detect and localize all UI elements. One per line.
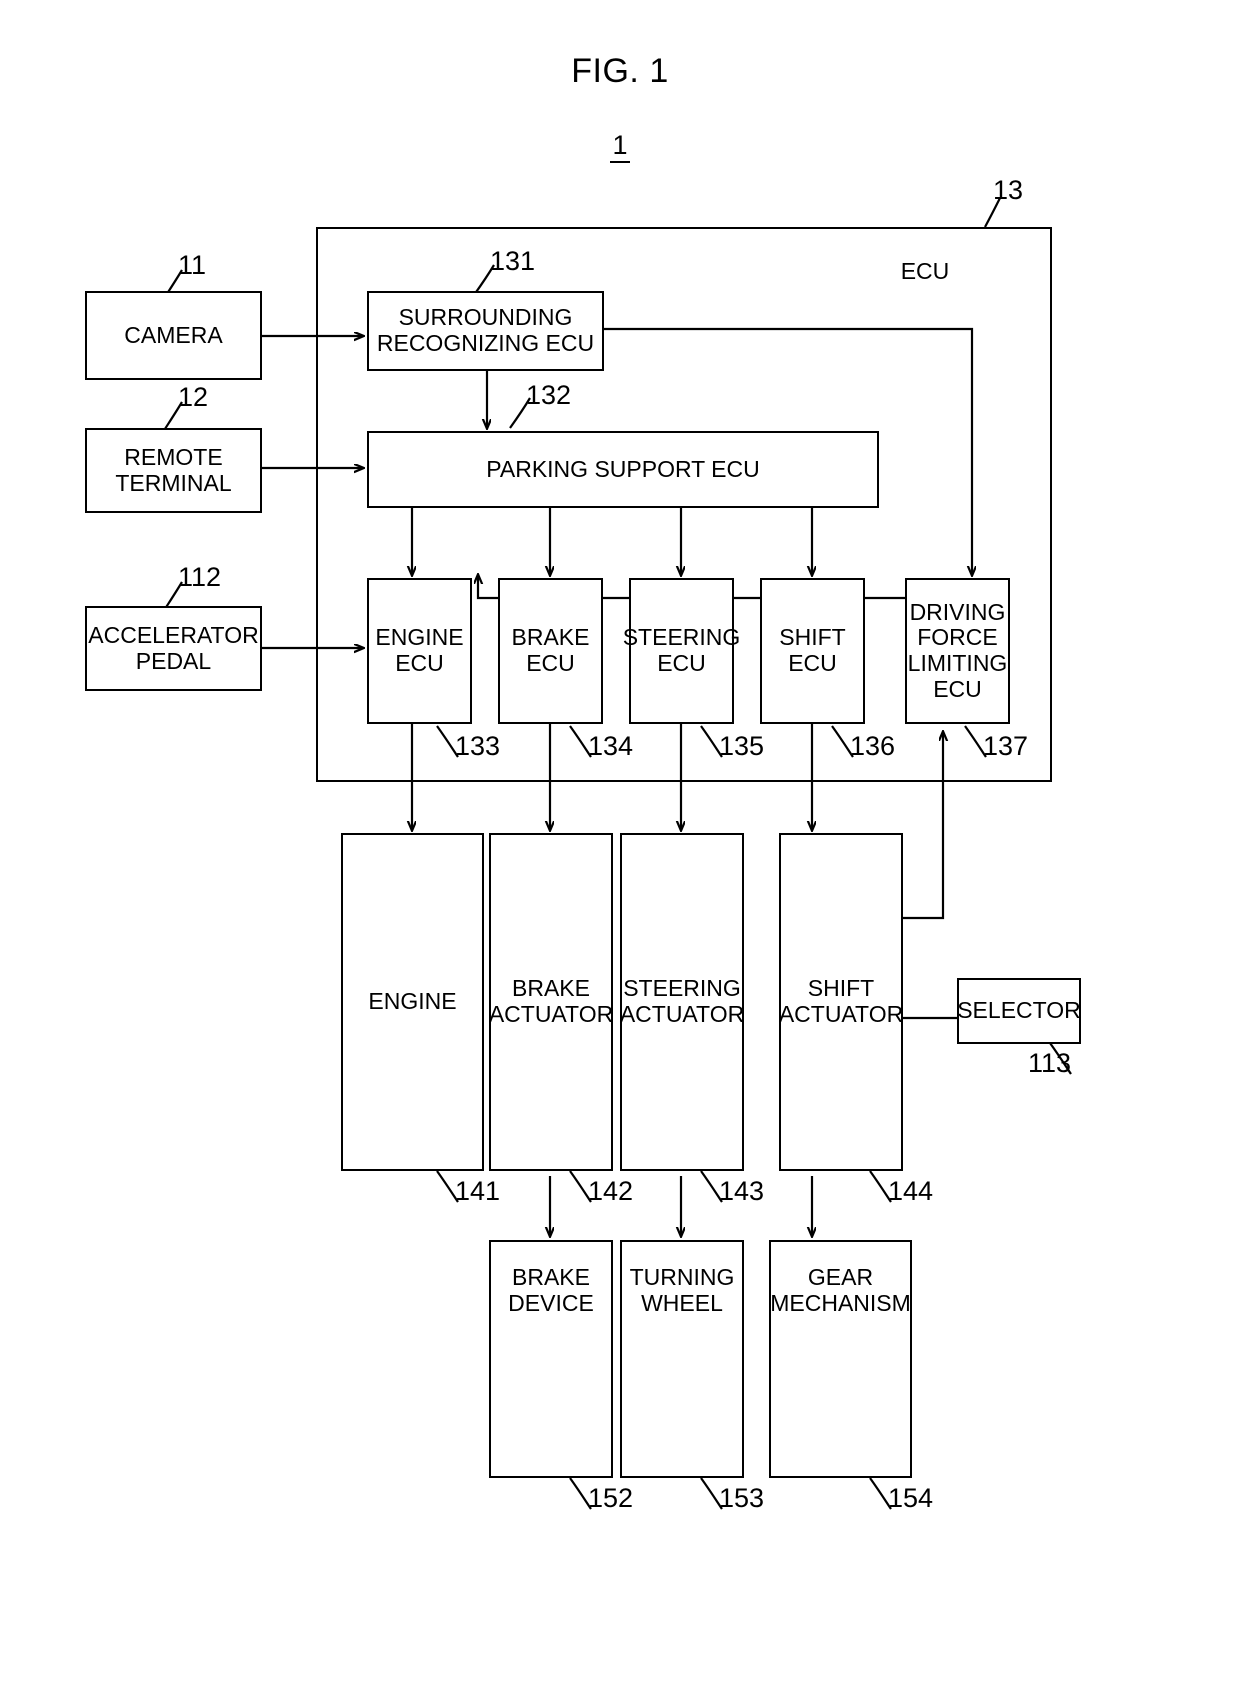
- block-brake-actuator-label: BRAKE ACTUATOR: [488, 975, 614, 1027]
- block-steering-actuator-label: STEERING ACTUATOR: [619, 975, 745, 1027]
- ref-135: 135: [719, 731, 765, 761]
- ref-133: 133: [455, 731, 501, 761]
- block-shift-actuator-label: SHIFT ACTUATOR: [778, 975, 904, 1027]
- block-driving-force-limiting-ecu[interactable]: DRIVING FORCE LIMITING ECU: [905, 578, 1010, 724]
- block-engine-label: ENGINE: [368, 988, 457, 1015]
- block-steering-actuator[interactable]: STEERING ACTUATOR: [620, 833, 744, 1171]
- block-camera-label: CAMERA: [124, 321, 223, 348]
- ref-112: 112: [178, 562, 222, 592]
- block-shift-actuator[interactable]: SHIFT ACTUATOR: [779, 833, 903, 1171]
- block-surrounding-recognizing-ecu[interactable]: SURROUNDING RECOGNIZING ECU: [367, 291, 604, 371]
- block-remote-terminal-label: REMOTE TERMINAL: [115, 443, 232, 496]
- ref-136: 136: [850, 731, 896, 761]
- ref-154: 154: [888, 1483, 934, 1513]
- ref-143: 143: [719, 1176, 765, 1206]
- block-remote-terminal[interactable]: REMOTE TERMINAL: [85, 428, 262, 513]
- ref-12: 12: [178, 382, 209, 412]
- block-brake-ecu[interactable]: BRAKE ECU: [498, 578, 603, 724]
- ref-152: 152: [588, 1483, 634, 1513]
- block-shift-ecu-label: SHIFT ECU: [779, 624, 846, 676]
- block-brake-device[interactable]: BRAKE DEVICE: [489, 1240, 613, 1478]
- ref-113: 113: [1028, 1048, 1072, 1078]
- ref-141: 141: [455, 1176, 501, 1206]
- block-selector-label: SELECTOR: [957, 997, 1081, 1024]
- block-parking-support-ecu[interactable]: PARKING SUPPORT ECU: [367, 431, 879, 508]
- ref-142: 142: [588, 1176, 634, 1206]
- block-parking-support-ecu-label: PARKING SUPPORT ECU: [486, 455, 760, 482]
- ref-11: 11: [178, 250, 207, 280]
- ref-131: 131: [490, 246, 536, 276]
- block-selector[interactable]: SELECTOR: [957, 978, 1081, 1044]
- block-gear-mechanism-label: GEAR MECHANISM: [770, 1264, 911, 1316]
- block-turning-wheel-label: TURNING WHEEL: [629, 1264, 735, 1316]
- figure-page: FIG. 1 1 ECU 13 CAMERA 11 REMOTE TERMINA…: [0, 0, 1240, 1697]
- ref-132: 132: [526, 380, 572, 410]
- block-brake-ecu-label: BRAKE ECU: [511, 624, 590, 676]
- block-engine-ecu[interactable]: ENGINE ECU: [367, 578, 472, 724]
- ref-144: 144: [888, 1176, 934, 1206]
- block-steering-ecu-label: STEERING ECU: [622, 624, 741, 676]
- block-steering-ecu[interactable]: STEERING ECU: [623, 578, 740, 724]
- block-camera[interactable]: CAMERA: [85, 291, 262, 380]
- ref-153: 153: [719, 1483, 765, 1513]
- block-driving-force-limiting-ecu-label: DRIVING FORCE LIMITING ECU: [907, 598, 1008, 702]
- block-engine[interactable]: ENGINE: [341, 833, 484, 1171]
- block-engine-ecu-label: ENGINE ECU: [375, 624, 464, 676]
- block-shift-ecu[interactable]: SHIFT ECU: [760, 578, 865, 724]
- block-turning-wheel[interactable]: TURNING WHEEL: [620, 1240, 744, 1478]
- block-brake-device-label: BRAKE DEVICE: [508, 1264, 594, 1316]
- ref-134: 134: [588, 731, 634, 761]
- block-brake-actuator[interactable]: BRAKE ACTUATOR: [489, 833, 613, 1171]
- block-accelerator-pedal[interactable]: ACCELERATOR PEDAL: [85, 606, 262, 691]
- ref-13: 13: [993, 175, 1024, 205]
- ecu-enclosure-label: ECU: [900, 258, 950, 284]
- block-surrounding-recognizing-ecu-label: SURROUNDING RECOGNIZING ECU: [376, 304, 595, 356]
- block-gear-mechanism[interactable]: GEAR MECHANISM: [769, 1240, 912, 1478]
- block-accelerator-pedal-label: ACCELERATOR PEDAL: [88, 621, 259, 674]
- ref-137: 137: [983, 731, 1029, 761]
